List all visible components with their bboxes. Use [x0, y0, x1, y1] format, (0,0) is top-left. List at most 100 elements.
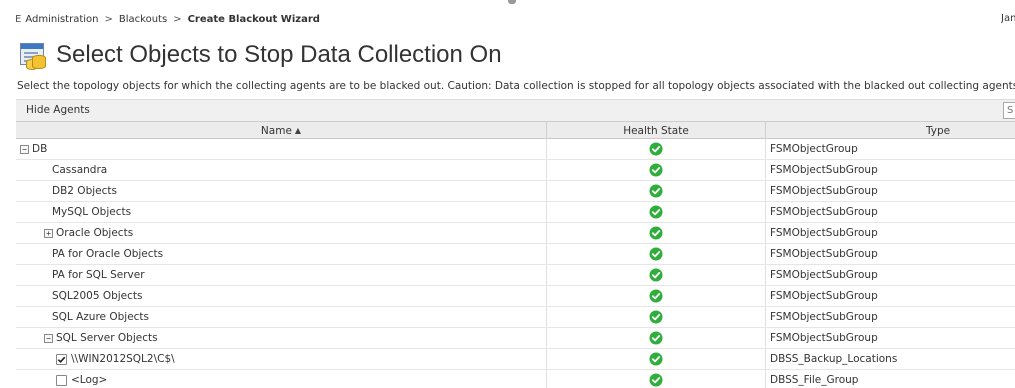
sort-ascending-icon: ▲ [294, 126, 302, 135]
row-name: PA for Oracle Objects [52, 248, 164, 260]
name-cell: − DB [16, 139, 547, 159]
window-top-notch [508, 0, 516, 4]
row-name: MySQL Objects [52, 206, 132, 218]
home-icon[interactable]: E [15, 14, 21, 25]
check-circle-icon [649, 268, 663, 282]
type-cell: FSMObjectSubGroup [766, 202, 1015, 222]
table-row[interactable]: − DB FSMObjectGroup [16, 139, 1015, 160]
collapse-toggle-icon[interactable]: − [20, 144, 29, 154]
row-control-slot [56, 374, 71, 386]
grid-body: − DB FSMObjectGroup Cassandra FSMObjectS… [16, 139, 1015, 388]
type-cell: FSMObjectGroup [766, 139, 1015, 159]
row-control-slot: − [20, 144, 32, 154]
row-name: \\WIN2012SQL2\C$\ [71, 353, 175, 365]
row-type: FSMObjectSubGroup [770, 290, 878, 302]
column-header-health-label: Health State [623, 124, 689, 137]
table-row[interactable]: − SQL Server Objects FSMObjectSubGroup [16, 328, 1015, 349]
check-circle-icon [649, 289, 663, 303]
table-row[interactable]: \\WIN2012SQL2\C$\ DBSS_Backup_Locations [16, 349, 1015, 370]
breadcrumb-blackouts[interactable]: Blackouts [119, 14, 167, 25]
health-cell [547, 370, 766, 388]
table-row[interactable]: <Log> DBSS_File_Group [16, 370, 1015, 388]
breadcrumb-separator: > [104, 13, 113, 25]
table-row[interactable]: SQL2005 Objects FSMObjectSubGroup [16, 286, 1015, 307]
column-header-name-label: Name [260, 124, 292, 137]
page-header: Select Objects to Stop Data Collection O… [18, 38, 502, 72]
health-cell [547, 328, 766, 348]
table-row[interactable]: + Oracle Objects FSMObjectSubGroup [16, 223, 1015, 244]
health-cell [547, 244, 766, 264]
checkmark-icon [57, 356, 66, 363]
row-type: FSMObjectSubGroup [770, 332, 878, 344]
type-cell: DBSS_Backup_Locations [766, 349, 1015, 369]
row-type: FSMObjectGroup [770, 143, 858, 155]
name-cell: SQL Azure Objects [16, 307, 547, 327]
check-circle-icon [649, 142, 663, 156]
row-control-slot: − [44, 333, 56, 343]
row-name: PA for SQL Server [52, 269, 145, 281]
check-circle-icon [649, 205, 663, 219]
type-cell: FSMObjectSubGroup [766, 223, 1015, 243]
table-row[interactable]: DB2 Objects FSMObjectSubGroup [16, 181, 1015, 202]
row-name: DB2 Objects [52, 185, 117, 197]
type-cell: FSMObjectSubGroup [766, 307, 1015, 327]
row-type: DBSS_File_Group [770, 374, 859, 386]
check-circle-icon [649, 247, 663, 261]
health-cell [547, 202, 766, 222]
expand-toggle-icon[interactable]: + [44, 228, 53, 238]
collapse-toggle-icon[interactable]: − [44, 333, 53, 343]
hide-agents-button[interactable]: Hide Agents [26, 104, 90, 116]
check-circle-icon [649, 331, 663, 345]
health-cell [547, 223, 766, 243]
health-cell [547, 349, 766, 369]
row-name: SQL Server Objects [56, 332, 158, 344]
name-cell: PA for Oracle Objects [16, 244, 547, 264]
user-menu[interactable]: Jan [1001, 13, 1015, 24]
type-cell: FSMObjectSubGroup [766, 286, 1015, 306]
row-name: SQL2005 Objects [52, 290, 143, 302]
column-header-type[interactable]: Type [766, 122, 1015, 139]
row-type: FSMObjectSubGroup [770, 248, 878, 260]
check-circle-icon [649, 184, 663, 198]
type-cell: FSMObjectSubGroup [766, 244, 1015, 264]
name-cell: + Oracle Objects [16, 223, 547, 243]
health-cell [547, 265, 766, 285]
row-control-slot [56, 353, 71, 365]
row-checkbox[interactable] [56, 374, 67, 386]
breadcrumb: E Administration > Blackouts > Create Bl… [15, 12, 320, 26]
row-type: FSMObjectSubGroup [770, 185, 878, 197]
row-name: SQL Azure Objects [52, 311, 150, 323]
topology-grid: Name ▲ Health State Type − DB FSMObjectG… [16, 122, 1015, 388]
check-circle-icon [649, 226, 663, 240]
breadcrumb-separator: > [173, 13, 182, 25]
table-row[interactable]: MySQL Objects FSMObjectSubGroup [16, 202, 1015, 223]
name-cell: MySQL Objects [16, 202, 547, 222]
table-row[interactable]: PA for SQL Server FSMObjectSubGroup [16, 265, 1015, 286]
row-type: FSMObjectSubGroup [770, 269, 878, 281]
table-row[interactable]: SQL Azure Objects FSMObjectSubGroup [16, 307, 1015, 328]
row-name: Oracle Objects [56, 227, 134, 239]
row-type: DBSS_Backup_Locations [770, 353, 898, 365]
column-header-name[interactable]: Name ▲ [16, 122, 547, 139]
row-name: DB [32, 143, 48, 155]
row-name: <Log> [71, 374, 108, 386]
table-row[interactable]: PA for Oracle Objects FSMObjectSubGroup [16, 244, 1015, 265]
column-header-type-label: Type [926, 124, 951, 137]
breadcrumb-current: Create Blackout Wizard [187, 13, 320, 25]
blackout-wizard-icon [18, 39, 50, 71]
name-cell: − SQL Server Objects [16, 328, 547, 348]
row-checkbox-checked[interactable] [56, 353, 67, 365]
breadcrumb-administration[interactable]: Administration [25, 14, 98, 25]
type-cell: DBSS_File_Group [766, 370, 1015, 388]
name-cell: <Log> [16, 370, 547, 388]
row-control-slot: + [44, 228, 56, 238]
name-cell: PA for SQL Server [16, 265, 547, 285]
page-title: Select Objects to Stop Data Collection O… [56, 41, 502, 68]
column-header-health[interactable]: Health State [547, 122, 766, 139]
check-circle-icon [649, 352, 663, 366]
row-type: FSMObjectSubGroup [770, 164, 878, 176]
table-row[interactable]: Cassandra FSMObjectSubGroup [16, 160, 1015, 181]
row-type: FSMObjectSubGroup [770, 227, 878, 239]
search-input[interactable] [1003, 102, 1015, 119]
name-cell: \\WIN2012SQL2\C$\ [16, 349, 547, 369]
